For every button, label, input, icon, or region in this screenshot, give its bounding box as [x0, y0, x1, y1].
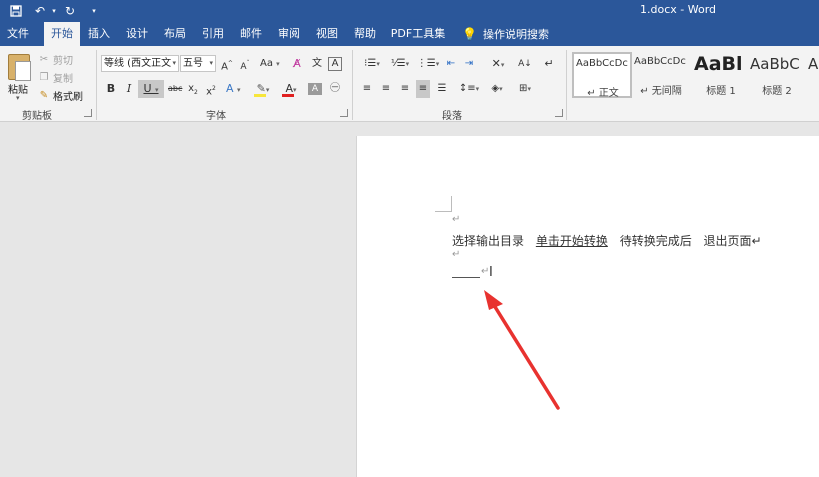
annotation-arrow-icon — [484, 290, 560, 410]
